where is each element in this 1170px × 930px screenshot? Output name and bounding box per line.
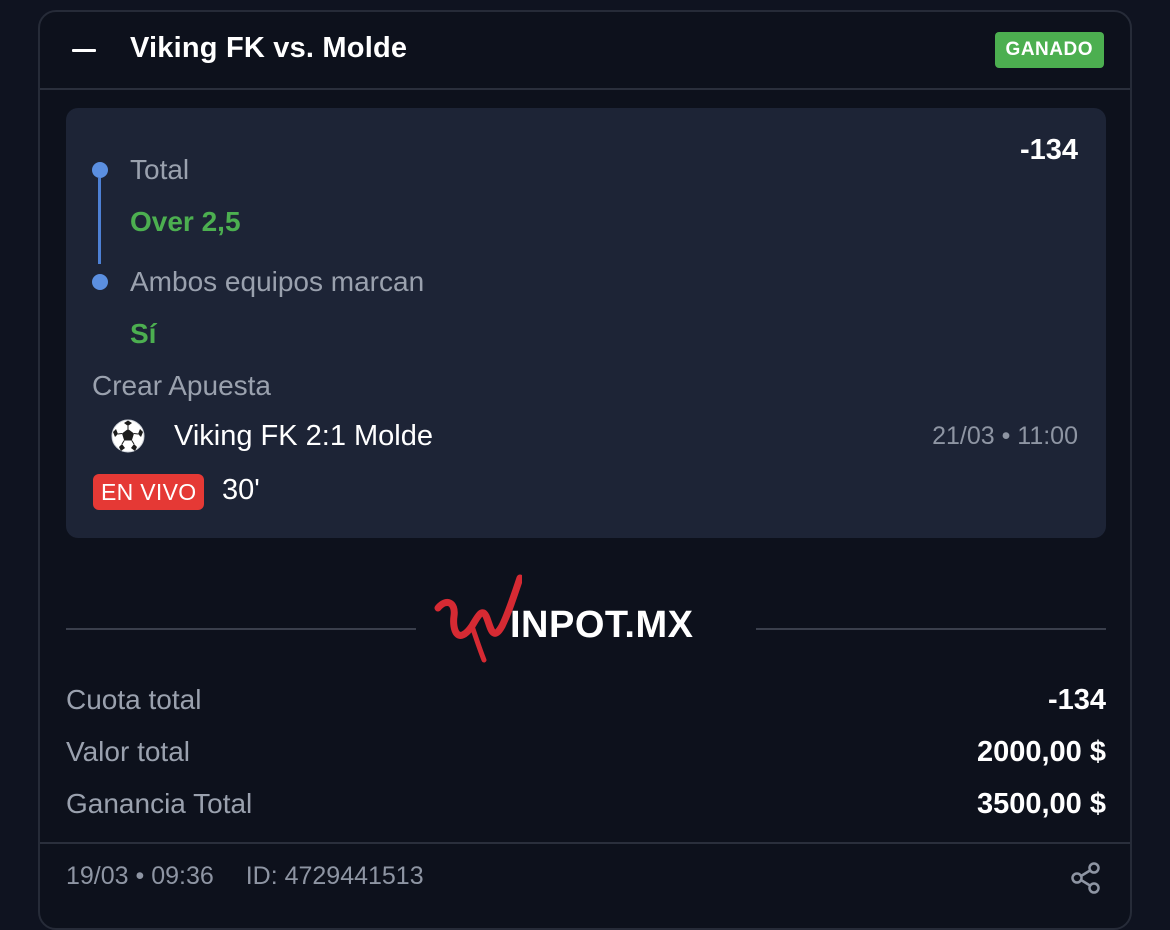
summary-row: Cuota total -134	[66, 684, 1106, 724]
bet-ticket-card: Viking FK vs. Molde GANADO Total Over 2,…	[38, 10, 1132, 930]
summary-row: Valor total 2000,00 $	[66, 736, 1106, 776]
selection-panel: Total Over 2,5 Ambos equipos marcan Sí -…	[66, 108, 1106, 538]
minus-icon	[72, 49, 96, 52]
selection-market: Total	[130, 154, 190, 185]
bet-type-label: Crear Apuesta	[92, 370, 271, 401]
timeline-connector	[98, 178, 101, 264]
event-name: Viking FK 2:1 Molde	[174, 420, 433, 452]
timeline-dot-icon	[92, 162, 108, 178]
share-icon	[1071, 862, 1100, 894]
soccer-ball-icon	[111, 419, 145, 453]
footer-divider	[40, 842, 1130, 844]
summary-value: 3500,00 $	[976, 788, 1106, 820]
ticket-datetime: 19/03 • 09:36	[66, 862, 214, 890]
collapse-button[interactable]	[70, 34, 104, 68]
summary-value: -134	[1047, 684, 1106, 716]
status-badge: GANADO	[994, 32, 1104, 68]
ticket-header: Viking FK vs. Molde GANADO	[40, 12, 1130, 90]
timeline-dot-icon	[92, 274, 108, 290]
divider	[756, 628, 1106, 630]
live-badge: EN VIVO	[93, 474, 205, 510]
share-button[interactable]	[1068, 860, 1104, 896]
selection-pick: Over 2,5	[130, 206, 241, 237]
summary-label: Ganancia Total	[66, 788, 253, 819]
brand-logo: INPOT.MX	[432, 568, 742, 668]
match-title: Viking FK vs. Molde	[130, 32, 408, 64]
selection-odds: -134	[1019, 134, 1078, 166]
winpot-w-icon	[434, 574, 522, 663]
ticket-id: ID: 4729441513	[245, 862, 424, 890]
selection-pick: Sí	[130, 318, 157, 349]
divider	[66, 628, 416, 630]
event-datetime: 21/03 • 11:00	[932, 422, 1078, 450]
summary-label: Cuota total	[66, 684, 202, 715]
selection-market: Ambos equipos marcan	[130, 266, 425, 297]
footer-meta: 19/03 • 09:36 ID: 4729441513	[66, 862, 424, 891]
summary-value: 2000,00 $	[976, 736, 1106, 768]
live-minute: 30'	[222, 474, 260, 506]
summary-label: Valor total	[66, 736, 190, 767]
summary-row: Ganancia Total 3500,00 $	[66, 788, 1106, 828]
brand-name: INPOT.MX	[510, 604, 694, 646]
